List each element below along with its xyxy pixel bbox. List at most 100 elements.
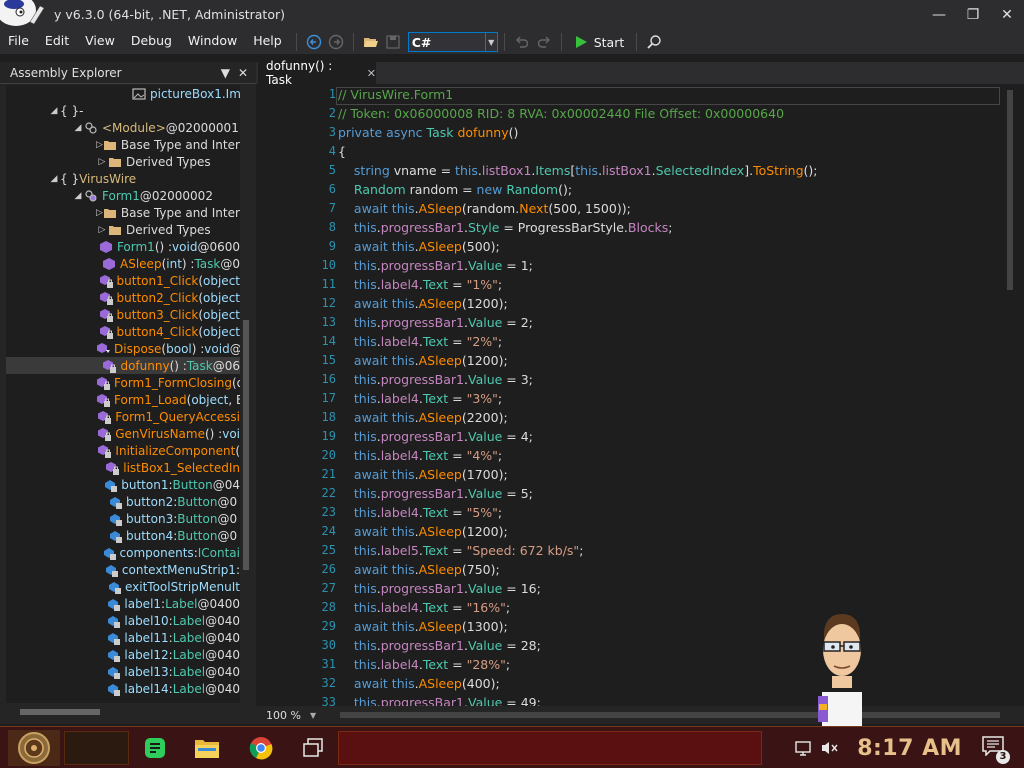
language-select[interactable]: C# ▼ [407, 32, 498, 52]
code-line[interactable]: await this.ASleep(1200); [338, 353, 508, 372]
expand-toggle-icon[interactable]: ◢ [72, 123, 84, 133]
scrollbar-thumb[interactable] [340, 712, 1000, 718]
expand-toggle-icon[interactable]: ▷ [96, 140, 103, 150]
code-line[interactable]: await this.ASleep(400); [338, 676, 500, 695]
code-editor[interactable]: 1 2 3 4 5 6 7 8 9 10 11 12 13 14 15 16 17 18 19 20 21 22 23 24 2… [256, 84, 1024, 709]
tree-item[interactable]: ◢ <Module> @02000001 [6, 119, 240, 136]
expand-toggle-icon[interactable]: ▷ [96, 208, 103, 218]
expand-toggle-icon[interactable]: ▷ [96, 225, 108, 235]
code-line[interactable]: this.label5.Text = "Speed: 672 kb/s"; [338, 543, 584, 562]
expand-toggle-icon[interactable]: ◢ [48, 106, 60, 116]
minimize-button[interactable]: — [922, 0, 956, 30]
code-line[interactable]: this.progressBar1.Value = 2; [338, 315, 533, 334]
back-icon[interactable] [303, 31, 325, 53]
tree-item[interactable]: label14 : Label @040 [6, 680, 240, 697]
expand-toggle-icon[interactable]: ▷ [96, 157, 108, 167]
code-line[interactable]: await this.ASleep(2200); [338, 410, 508, 429]
redo-icon[interactable] [533, 31, 555, 53]
code-line[interactable]: Random random = new Random(); [338, 182, 572, 201]
tree-horizontal-scrollbar[interactable] [6, 705, 240, 719]
taskbar-search-area[interactable] [64, 731, 129, 765]
tree-item[interactable]: Form1_FormClosing(o [6, 374, 240, 391]
tree-item[interactable]: label11 : Label @040 [6, 629, 240, 646]
panel-close-icon[interactable]: ✕ [238, 66, 248, 80]
code-line[interactable]: string vname = this.listBox1.Items[this.… [338, 163, 818, 182]
tree-item[interactable]: Dispose(bool) : void @ [6, 340, 240, 357]
tree-item[interactable]: label10 : Label @040 [6, 612, 240, 629]
code-line[interactable]: await this.ASleep(1200); [338, 524, 508, 543]
tree-item[interactable]: ▷ Derived Types [6, 221, 240, 238]
menu-edit[interactable]: Edit [37, 31, 77, 53]
file-explorer-icon[interactable] [190, 732, 224, 764]
tree-item[interactable]: ◢ Form1 @02000002 [6, 187, 240, 204]
notes-app-icon[interactable] [138, 732, 172, 764]
tree-item[interactable]: label1 : Label @0400 [6, 595, 240, 612]
code-view[interactable]: // VirusWire.Form1 // Token: 0x06000008 R… [338, 84, 1000, 708]
tab-close-icon[interactable]: ✕ [367, 67, 376, 80]
tree-item[interactable]: button2 : Button @0 [6, 493, 240, 510]
tree-item[interactable]: exitToolStripMenuIt [6, 578, 240, 595]
code-line[interactable]: this.label4.Text = "5%"; [338, 505, 502, 524]
start-debugging-button[interactable]: Start [568, 35, 631, 50]
code-line[interactable]: await this.ASleep(1300); [338, 619, 508, 638]
code-line[interactable]: this.label4.Text = "2%"; [338, 334, 502, 353]
menu-view[interactable]: View [77, 31, 123, 53]
tree-item[interactable]: Form1() : void @0600 [6, 238, 240, 255]
network-icon[interactable] [795, 740, 813, 756]
tree-item[interactable]: listBox1_SelectedIn [6, 459, 240, 476]
search-icon[interactable] [643, 31, 665, 53]
tree-item[interactable]: InitializeComponent( [6, 442, 240, 459]
scrollbar-thumb[interactable] [1007, 90, 1013, 290]
code-line[interactable]: { [338, 144, 346, 163]
tab-dofunny[interactable]: dofunny() : Task ✕ [258, 59, 376, 87]
open-icon[interactable] [360, 31, 382, 53]
tree-item[interactable]: button1 : Button @04 [6, 476, 240, 493]
tree-item[interactable]: label12 : Label @040 [6, 646, 240, 663]
menu-help[interactable]: Help [245, 31, 290, 53]
tree-item[interactable]: GenVirusName() : voi [6, 425, 240, 442]
chrome-icon[interactable] [244, 732, 278, 764]
zoom-select[interactable]: 100 % ▼ [262, 707, 322, 723]
save-icon[interactable] [382, 31, 404, 53]
menu-file[interactable]: File [0, 31, 37, 53]
scrollbar-thumb[interactable] [20, 709, 100, 715]
undo-icon[interactable] [511, 31, 533, 53]
close-button[interactable]: ✕ [990, 0, 1024, 30]
code-line[interactable]: await this.ASleep(1700); [338, 467, 508, 486]
code-line[interactable]: private async Task dofunny() [338, 125, 518, 144]
code-line[interactable]: this.progressBar1.Value = 28; [338, 638, 541, 657]
tree-item[interactable]: button4_Click(object [6, 323, 240, 340]
tree-item[interactable]: button3 : Button @0 [6, 510, 240, 527]
tree-item[interactable]: button1_Click(object [6, 272, 240, 289]
tree-item[interactable]: components : IContai [6, 544, 240, 561]
code-line[interactable]: await this.ASleep(random.Next(500, 1500)… [338, 201, 631, 220]
tree-item[interactable]: ▷ Base Type and Interf [6, 136, 240, 153]
tree-item[interactable]: contextMenuStrip1 : [6, 561, 240, 578]
tree-item[interactable]: ▷ Base Type and Interf [6, 204, 240, 221]
editor-vertical-scrollbar[interactable] [1002, 84, 1018, 708]
code-line[interactable]: this.progressBar1.Style = ProgressBarSty… [338, 220, 673, 239]
tree-item[interactable]: button2_Click(object [6, 289, 240, 306]
tree-item[interactable]: ◢{ } VirusWire [6, 170, 240, 187]
start-orb-icon[interactable] [8, 730, 60, 766]
tree-item[interactable]: dofunny() : Task @06 [6, 357, 240, 374]
maximize-button[interactable]: ❐ [956, 0, 990, 30]
tree-item[interactable]: pictureBox1.Image [6, 85, 240, 102]
code-line[interactable]: this.progressBar1.Value = 5; [338, 486, 533, 505]
code-line[interactable]: this.progressBar1.Value = 1; [338, 258, 533, 277]
menu-window[interactable]: Window [180, 31, 245, 53]
expand-toggle-icon[interactable]: ◢ [72, 191, 84, 201]
tree-item[interactable]: Form1_QueryAccessi [6, 408, 240, 425]
notification-center-icon[interactable]: 3 [982, 736, 1010, 764]
code-line[interactable]: this.progressBar1.Value = 16; [338, 581, 541, 600]
editor-horizontal-scrollbar[interactable] [326, 710, 1006, 720]
code-line[interactable]: this.progressBar1.Value = 4; [338, 429, 533, 448]
tree-item[interactable]: Form1_Load(object, E [6, 391, 240, 408]
tree-item[interactable]: ▷ Derived Types [6, 153, 240, 170]
code-line[interactable]: // Token: 0x06000008 RID: 8 RVA: 0x00002… [338, 106, 784, 125]
tree-item[interactable]: ASleep(int) : Task @0 [6, 255, 240, 272]
forward-icon[interactable] [325, 31, 347, 53]
code-line[interactable]: await this.ASleep(500); [338, 239, 500, 258]
tree-item[interactable]: ◢{ } - [6, 102, 240, 119]
code-line[interactable]: this.label4.Text = "4%"; [338, 448, 502, 467]
